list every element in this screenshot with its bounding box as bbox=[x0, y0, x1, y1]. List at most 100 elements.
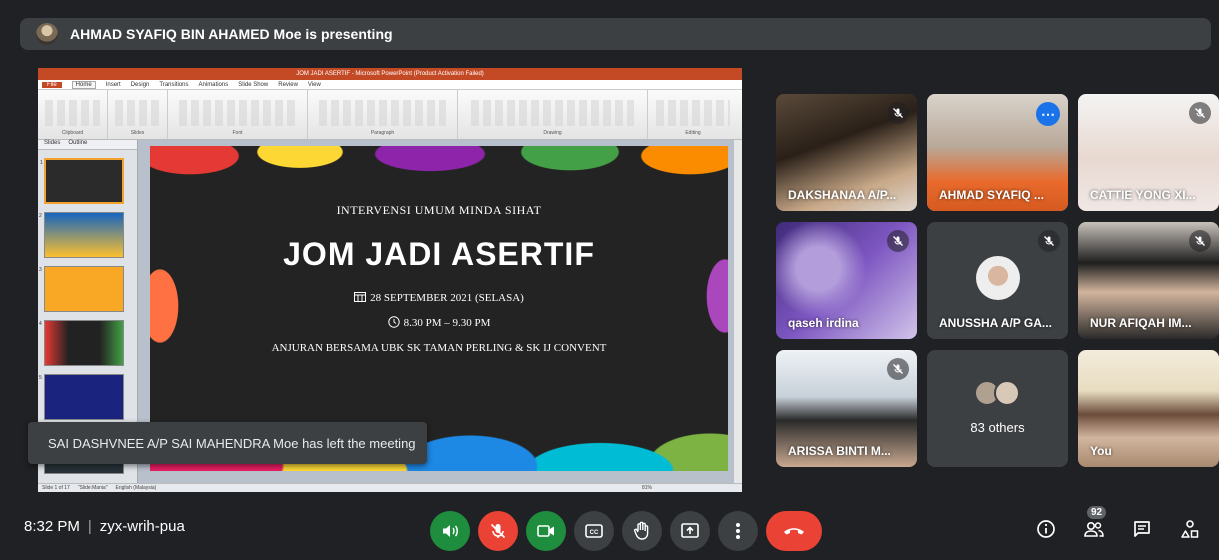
ribbon-group-clipboard: Clipboard bbox=[38, 90, 108, 139]
participant-name: ANUSSHA A/P GA... bbox=[939, 316, 1052, 330]
others-count: 83 others bbox=[970, 420, 1025, 435]
ppt-tab-home: Home bbox=[71, 80, 96, 89]
mic-off-icon bbox=[1189, 230, 1211, 252]
zoom-level: 81% bbox=[641, 485, 652, 491]
present-icon bbox=[681, 523, 699, 538]
chat-button[interactable] bbox=[1127, 514, 1157, 544]
participant-tile[interactable]: ANUSSHA A/P GA... bbox=[927, 222, 1068, 339]
activities-button[interactable] bbox=[1175, 514, 1205, 544]
captions-icon: CC bbox=[585, 524, 603, 538]
left-meeting-toast: SAI DASHVNEE A/P SAI MAHENDRA Moe has le… bbox=[28, 422, 427, 464]
raise-hand-button[interactable] bbox=[622, 511, 662, 551]
slide-title: JOM JADI ASERTIF bbox=[283, 236, 595, 272]
meet-window: AHMAD SYAFIQ BIN AHAMED Moe is presentin… bbox=[0, 0, 1219, 560]
ppt-tab-design: Design bbox=[130, 81, 150, 88]
participant-name: ARISSA BINTI M... bbox=[788, 444, 891, 458]
slide-date: 28 SEPTEMBER 2021 (SELASA) bbox=[150, 291, 728, 304]
mic-off-icon bbox=[1189, 102, 1211, 124]
ppt-tab-insert: Insert bbox=[105, 81, 121, 88]
clock-icon bbox=[387, 316, 400, 328]
slide-thumbnail: 5 bbox=[39, 374, 124, 420]
participant-tile-active[interactable]: ⋯ AHMAD SYAFIQ ... bbox=[927, 94, 1068, 211]
participant-tile[interactable]: DAKSHANAA A/P... bbox=[776, 94, 917, 211]
panel-tab-slides: Slides bbox=[44, 140, 61, 146]
panel-tab-outline: Outline bbox=[68, 140, 88, 146]
meeting-side-controls: 92 bbox=[1031, 506, 1205, 544]
info-icon bbox=[1037, 520, 1055, 538]
mic-off-icon bbox=[887, 102, 909, 124]
powerpoint-ribbon-tabs: File Home Insert Design Transitions Anim… bbox=[38, 80, 742, 90]
speaker-icon bbox=[443, 525, 458, 537]
slide-thumbnail: 1 bbox=[40, 158, 124, 204]
hand-icon bbox=[634, 521, 649, 540]
people-button[interactable]: 92 bbox=[1079, 506, 1109, 544]
ppt-tab-slideshow: Slide Show bbox=[238, 81, 269, 88]
self-tile[interactable]: You bbox=[1078, 350, 1219, 467]
ribbon-group-drawing: Drawing bbox=[458, 90, 648, 139]
leave-call-button[interactable] bbox=[766, 511, 822, 551]
calendar-icon bbox=[354, 292, 367, 302]
slide-organizer: ANJURAN BERSAMA UBK SK TAMAN PERLING & S… bbox=[271, 342, 607, 354]
slide-scrollbar[interactable] bbox=[734, 140, 742, 483]
meeting-info: 8:32 PM | zyx-wrih-pua bbox=[24, 518, 185, 535]
thumbnail-panel-tabs: Slides Outline bbox=[38, 140, 137, 150]
participant-name: CATTIE YONG XI... bbox=[1090, 188, 1196, 202]
audio-output-button[interactable] bbox=[430, 511, 470, 551]
ppt-tab-review: Review bbox=[278, 81, 298, 88]
current-time: 8:32 PM bbox=[24, 518, 80, 535]
others-tile[interactable]: 83 others bbox=[927, 350, 1068, 467]
meeting-details-button[interactable] bbox=[1031, 514, 1061, 544]
ppt-tab-animations: Animations bbox=[198, 81, 229, 88]
more-options-button[interactable] bbox=[718, 511, 758, 551]
microphone-toggle-button[interactable] bbox=[478, 511, 518, 551]
ribbon-group-slides: Slides bbox=[108, 90, 168, 139]
participant-avatar bbox=[975, 256, 1020, 300]
ribbon-group-editing: Editing bbox=[648, 90, 738, 139]
mic-off-icon bbox=[887, 230, 909, 252]
call-controls: CC bbox=[430, 511, 822, 551]
mic-off-icon bbox=[887, 358, 909, 380]
powerpoint-ribbon: Clipboard Slides Font Paragraph Drawing … bbox=[38, 90, 742, 140]
present-screen-button[interactable] bbox=[670, 511, 710, 551]
ppt-tab-view: View bbox=[307, 81, 321, 88]
participant-tile[interactable]: qaseh irdina bbox=[776, 222, 917, 339]
participant-name: DAKSHANAA A/P... bbox=[788, 188, 897, 202]
participant-name: AHMAD SYAFIQ ... bbox=[939, 188, 1044, 202]
others-avatars bbox=[973, 380, 1022, 406]
slide-thumbnail: 3 bbox=[39, 266, 124, 312]
ribbon-group-font: Font bbox=[168, 90, 308, 139]
bottom-control-bar: 8:32 PM | zyx-wrih-pua CC 92 bbox=[0, 494, 1219, 560]
hang-up-icon bbox=[784, 528, 804, 535]
participant-name: NUR AFIQAH IM... bbox=[1090, 316, 1192, 330]
people-count-badge: 92 bbox=[1087, 506, 1107, 519]
presenter-avatar bbox=[36, 23, 58, 45]
more-options-icon[interactable]: ⋯ bbox=[1036, 102, 1060, 126]
camera-icon bbox=[537, 525, 554, 537]
participant-tile[interactable]: ARISSA BINTI M... bbox=[776, 350, 917, 467]
powerpoint-title-bar: JOM JADI ASERTIF - Microsoft PowerPoint … bbox=[38, 68, 742, 80]
chat-icon bbox=[1134, 521, 1150, 537]
camera-toggle-button[interactable] bbox=[526, 511, 566, 551]
slide-time: 8.30 PM – 9.30 PM bbox=[150, 316, 728, 329]
mic-off-icon bbox=[1038, 230, 1060, 252]
ribbon-group-paragraph: Paragraph bbox=[308, 90, 458, 139]
people-icon bbox=[1084, 521, 1104, 537]
slide-thumbnail: 2 bbox=[39, 212, 124, 258]
meeting-code: zyx-wrih-pua bbox=[99, 518, 185, 535]
participant-tile[interactable]: CATTIE YONG XI... bbox=[1078, 94, 1219, 211]
slide-subtitle: INTERVENSI UMUM MINDA SIHAT bbox=[336, 203, 542, 217]
more-vert-icon bbox=[736, 523, 740, 539]
mic-off-icon bbox=[490, 523, 506, 539]
svg-text:CC: CC bbox=[590, 530, 599, 536]
activities-icon bbox=[1181, 520, 1199, 538]
ppt-tab-transitions: Transitions bbox=[159, 81, 189, 88]
powerpoint-status-bar: Slide 1 of 17 "Slide:Mania" English (Mal… bbox=[38, 483, 742, 492]
presenter-banner-text: AHMAD SYAFIQ BIN AHAMED Moe is presentin… bbox=[70, 26, 393, 42]
captions-button[interactable]: CC bbox=[574, 511, 614, 551]
participant-name: You bbox=[1090, 444, 1112, 458]
slide-thumbnail: 4 bbox=[39, 320, 124, 366]
ppt-tab-file: File bbox=[42, 81, 62, 88]
participant-name: qaseh irdina bbox=[788, 316, 859, 330]
presenter-banner: AHMAD SYAFIQ BIN AHAMED Moe is presentin… bbox=[20, 18, 1211, 50]
participant-tile[interactable]: NUR AFIQAH IM... bbox=[1078, 222, 1219, 339]
